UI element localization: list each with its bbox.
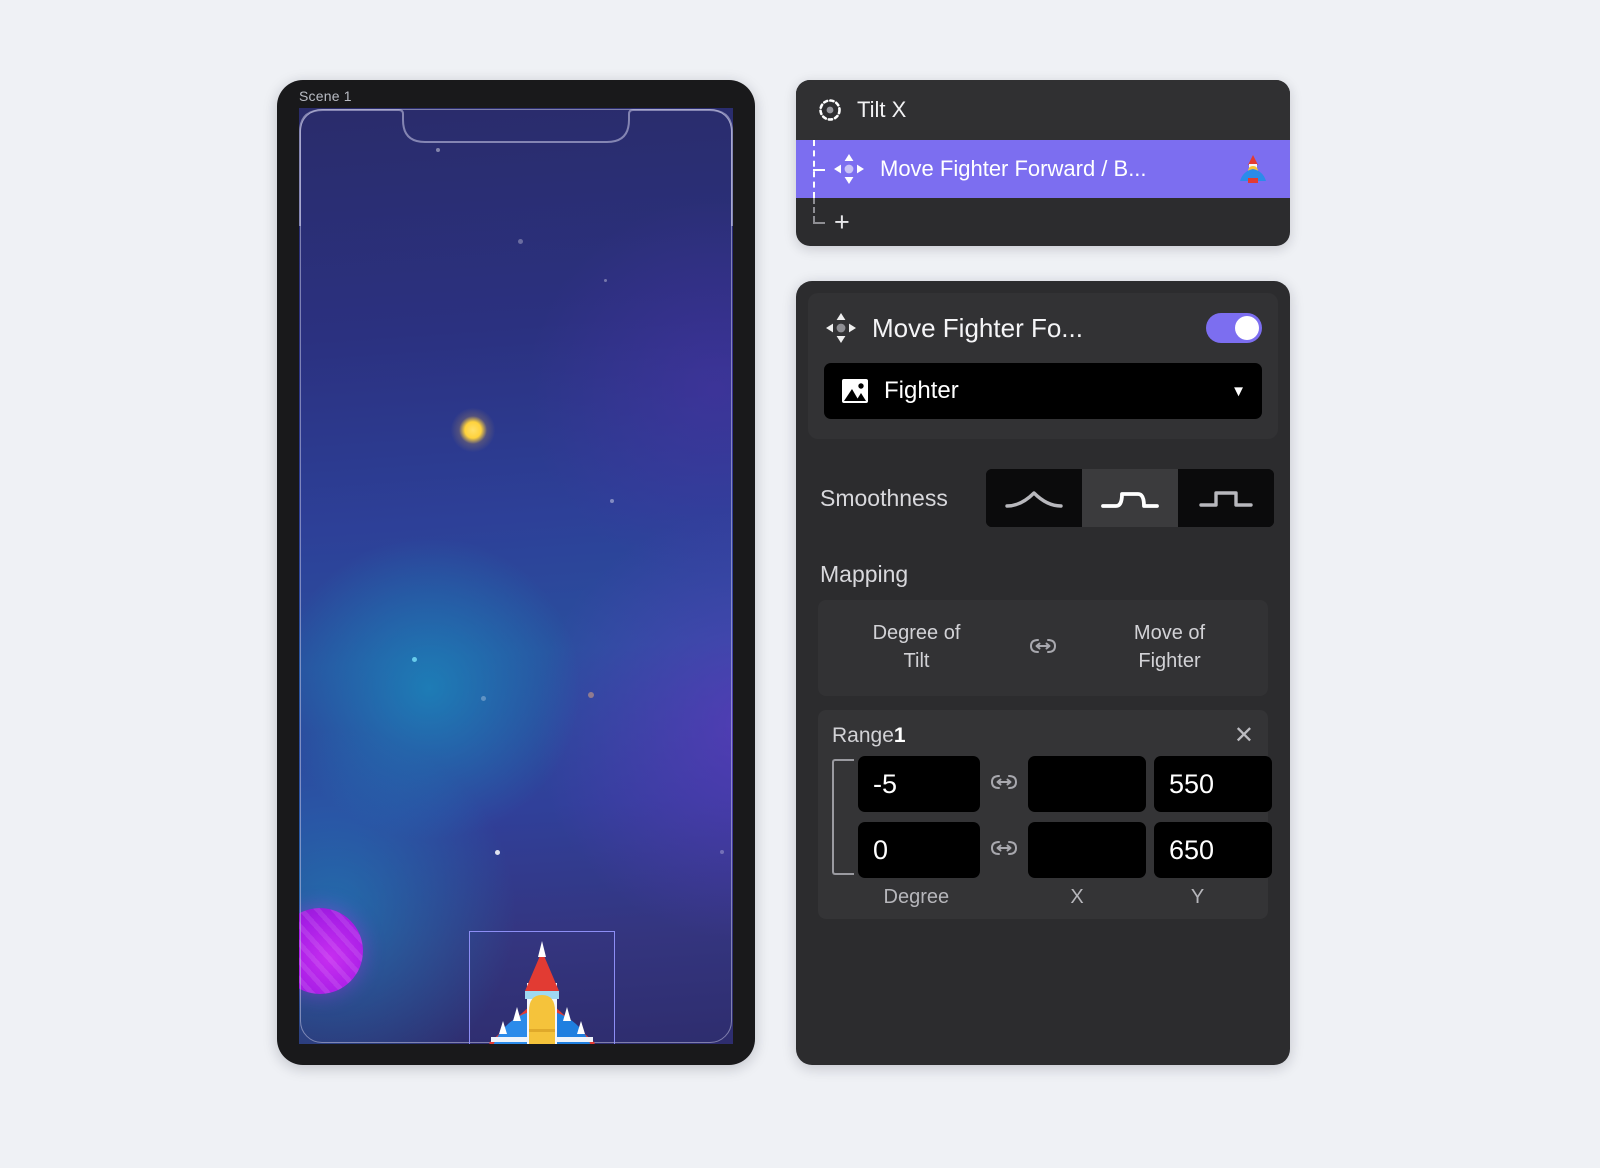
smoothness-segmented-control: [986, 469, 1274, 527]
star-decoration: [518, 239, 523, 244]
layer-row-move-fighter[interactable]: Move Fighter Forward / B...: [796, 140, 1290, 198]
range-bracket: [832, 759, 854, 875]
star-decoration: [436, 148, 440, 152]
range-label-y: Y: [1190, 886, 1205, 908]
app-root: Scene 1 Tilt X Move Fighter Forward / B.…: [0, 0, 1600, 1168]
star-decoration: [495, 850, 500, 855]
behavior-title: Move Fighter Fo...: [872, 312, 1083, 343]
range-x-input-2[interactable]: [1028, 822, 1146, 878]
mapping-header: Degree of Tilt Move of Fighter: [818, 600, 1268, 696]
star-decoration: [720, 850, 724, 854]
mapping-source-line1: Degree of: [872, 622, 961, 645]
mapping-source-line2: Tilt: [903, 650, 930, 672]
rounded-step-icon: [1101, 492, 1159, 508]
mapping-section-title: Mapping: [820, 561, 909, 587]
range-x-input-1[interactable]: [1028, 756, 1146, 812]
star-decoration: [604, 279, 607, 282]
add-behavior-button[interactable]: +: [834, 208, 850, 236]
mapping-target-line2: Fighter: [1138, 650, 1201, 672]
star-decoration: [412, 657, 417, 662]
screen-border: [300, 109, 732, 1043]
behavior-inspector-panel: Move Fighter Fo... Fighter ▼ Smoothness: [796, 281, 1290, 1065]
target-object-select[interactable]: Fighter ▼: [824, 363, 1262, 419]
chevron-down-icon[interactable]: ▼: [1231, 383, 1246, 400]
glow-star-decoration: [451, 408, 495, 452]
range-row: 0 650: [858, 822, 1272, 878]
notch-outline: [299, 109, 733, 226]
range-degree-input-2[interactable]: 0: [858, 822, 980, 878]
add-behavior-row[interactable]: +: [796, 198, 1290, 246]
move-arrows-icon: [826, 313, 856, 343]
move-arrows-icon: [834, 154, 864, 184]
range-title-index: 1: [893, 724, 906, 747]
behavior-enabled-toggle[interactable]: [1206, 313, 1262, 343]
fighter-thumbnail: [1240, 155, 1266, 183]
smoothness-option-rounded-step[interactable]: [1082, 469, 1178, 527]
toggle-knob: [1235, 316, 1259, 340]
range-link-2: [980, 838, 1028, 863]
layers-panel: Tilt X Move Fighter Forward / B... +: [796, 80, 1290, 246]
star-decoration: [610, 499, 614, 503]
range-label-x: X: [1070, 886, 1084, 908]
bidirectional-link-icon: [990, 774, 1018, 789]
range-label-degree: Degree: [883, 886, 950, 908]
phone-preview-frame: Scene 1: [277, 80, 755, 1065]
range-row: -5 550: [858, 756, 1272, 812]
smooth-curve-icon: [1005, 491, 1063, 508]
layer-row-label: Move Fighter Forward / B...: [880, 156, 1147, 181]
close-icon[interactable]: ✕: [1234, 724, 1254, 748]
trigger-title: Tilt X: [857, 97, 907, 122]
mapping-target-line1: Move of: [1133, 622, 1206, 645]
purple-planet: [299, 908, 363, 994]
smoothness-option-sharp-step[interactable]: [1178, 469, 1274, 527]
tree-connector-end: [796, 198, 832, 246]
range-column-labels: Degree X Y: [832, 886, 1254, 909]
bidirectional-link-icon: [990, 840, 1018, 855]
target-object-value: Fighter: [884, 377, 959, 404]
sharp-step-icon: [1199, 491, 1253, 507]
range-y-input-1[interactable]: 550: [1154, 756, 1272, 812]
scene-label: Scene 1: [299, 88, 352, 104]
star-decoration: [481, 696, 486, 701]
phone-screen-canvas[interactable]: [299, 108, 733, 1044]
range-card: Range1 ✕ -5 550 0 650 Degree X Y: [818, 710, 1272, 919]
image-icon: [842, 379, 868, 403]
range-degree-input-1[interactable]: -5: [858, 756, 980, 812]
bidirectional-link-icon: [1029, 638, 1057, 653]
mapping-target-label: Move of Fighter: [1071, 620, 1268, 675]
trigger-header[interactable]: Tilt X: [796, 80, 1290, 140]
range-title-prefix: Range: [832, 724, 894, 747]
mapping-link: [1015, 636, 1071, 661]
tilt-sensor-icon: [819, 99, 841, 121]
range-y-input-2[interactable]: 650: [1154, 822, 1272, 878]
star-decoration: [588, 692, 594, 698]
sprite-selection-box[interactable]: [469, 931, 615, 1044]
range-link-1: [980, 772, 1028, 797]
behavior-header-card: Move Fighter Fo... Fighter ▼: [808, 293, 1278, 439]
smoothness-row: Smoothness: [820, 469, 1274, 527]
tree-connector: [796, 140, 832, 198]
range-title: Range1: [832, 724, 1234, 748]
smoothness-option-smooth-curve[interactable]: [986, 469, 1082, 527]
smoothness-label: Smoothness: [820, 484, 948, 511]
mapping-source-label: Degree of Tilt: [818, 620, 1015, 675]
